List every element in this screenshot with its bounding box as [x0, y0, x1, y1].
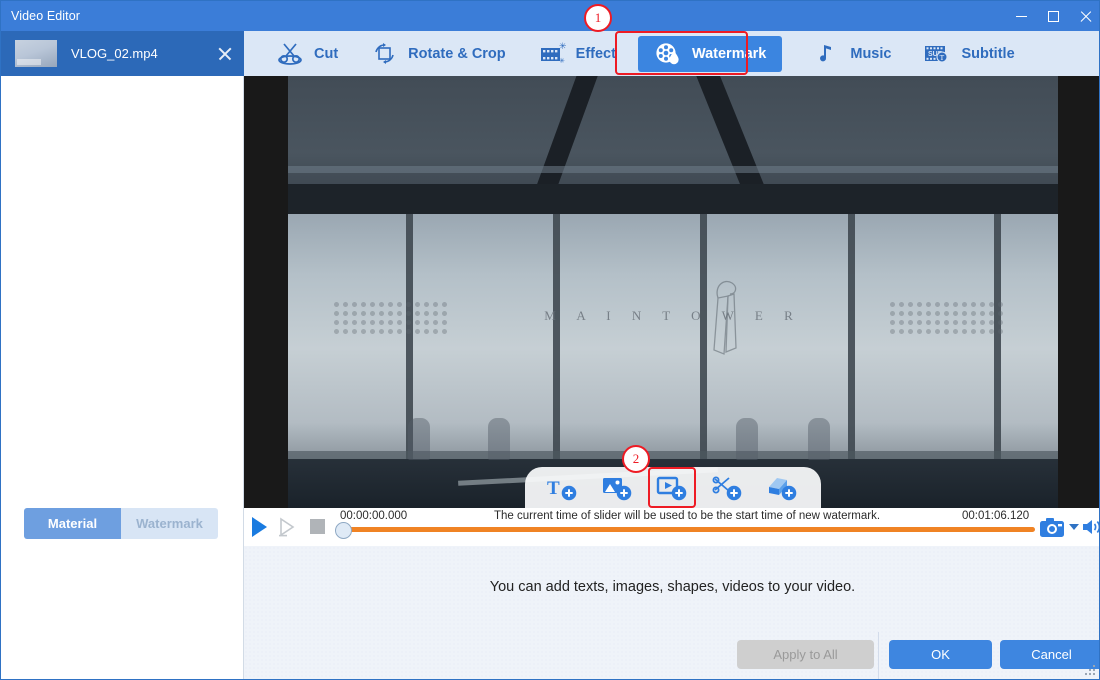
current-time-label: 00:00:00.000	[340, 510, 407, 522]
stop-button[interactable]	[310, 519, 325, 534]
effect-film-icon: ✳ ✳	[538, 41, 566, 67]
tab-subtitle[interactable]: SUB T Subtitle	[913, 36, 1024, 72]
svg-text:✳: ✳	[559, 57, 565, 65]
lower-hint-label: You can add texts, images, shapes, video…	[244, 579, 1100, 595]
video-mullion-5	[994, 214, 1001, 459]
close-button[interactable]	[1069, 1, 1100, 31]
tab-rotate-crop-label: Rotate & Crop	[408, 46, 505, 62]
left-panel: Material Watermark	[1, 76, 244, 680]
lower-panel: You can add texts, images, shapes, video…	[244, 546, 1100, 680]
video-figure-3	[736, 418, 758, 460]
maximize-button[interactable]	[1037, 1, 1069, 31]
snapshot-dropdown-caret-icon[interactable]	[1069, 524, 1079, 530]
svg-text:T: T	[547, 478, 560, 499]
video-tower-logo-icon	[700, 276, 752, 356]
subtitle-icon: SUB T	[923, 41, 951, 67]
ok-label: OK	[931, 647, 950, 662]
window-controls	[1005, 1, 1100, 31]
panel-tab-material-label: Material	[48, 516, 97, 531]
add-3d-object-button[interactable]	[766, 474, 800, 502]
timeline-slider-handle[interactable]	[335, 522, 352, 539]
add-shape-button[interactable]	[711, 474, 745, 502]
timeline-track[interactable]	[341, 527, 1035, 532]
tab-rotate-crop[interactable]: Rotate & Crop	[360, 36, 515, 72]
watermark-reel-drop-icon	[654, 41, 682, 67]
step-forward-button[interactable]	[278, 517, 300, 537]
title-bar: Video Editor	[1, 1, 1100, 31]
file-thumbnail	[15, 40, 57, 67]
volume-icon[interactable]	[1082, 518, 1100, 536]
file-tab[interactable]: VLOG_02.mp4	[1, 31, 244, 76]
video-stage: M A I N T O W E R	[244, 76, 1100, 508]
minimize-button[interactable]	[1005, 1, 1037, 31]
footer-divider	[878, 632, 879, 680]
add-image-button[interactable]	[601, 474, 635, 502]
panel-tab-material[interactable]: Material	[24, 508, 121, 539]
rotate-crop-icon	[370, 41, 398, 67]
total-time-label: 00:01:06.120	[962, 510, 1029, 522]
annotation-badge-1-label: 1	[595, 10, 602, 26]
tab-subtitle-label: Subtitle	[961, 46, 1014, 62]
video-mullion-4	[848, 214, 855, 459]
add-video-button[interactable]	[656, 474, 690, 502]
video-sign-text: M A I N T O W E R	[288, 308, 1058, 324]
tab-music-label: Music	[850, 46, 891, 62]
music-note-icon	[812, 41, 840, 67]
add-text-button[interactable]: T	[546, 474, 580, 502]
panel-tab-watermark[interactable]: Watermark	[121, 508, 218, 539]
svg-text:✳: ✳	[559, 41, 566, 51]
video-beam-horizontal	[288, 184, 1058, 214]
footer-button-bar: Apply to All OK Cancel	[244, 628, 1100, 680]
window-title: Video Editor	[11, 9, 80, 23]
panel-tab-watermark-label: Watermark	[136, 516, 203, 531]
transport-bar: 00:00:00.000 The current time of slider …	[244, 508, 1100, 547]
video-mullion-2	[553, 214, 560, 459]
tab-effect-label: Effect	[576, 46, 616, 62]
annotation-badge-1: 1	[584, 4, 612, 32]
tab-music[interactable]: Music	[802, 36, 901, 72]
file-name-label: VLOG_02.mp4	[71, 46, 158, 61]
close-icon	[1079, 10, 1092, 23]
main-toolbar: Cut Rotate & Crop	[244, 31, 1100, 76]
annotation-badge-2-label: 2	[633, 451, 640, 467]
svg-text:T: T	[940, 53, 945, 62]
add-media-toolbar: T	[525, 467, 821, 508]
minimize-icon	[1016, 16, 1027, 17]
video-preview[interactable]: M A I N T O W E R	[288, 76, 1058, 508]
scissors-icon	[276, 41, 304, 67]
resize-grip[interactable]	[1085, 665, 1097, 677]
panel-tab-group: Material Watermark	[24, 508, 218, 539]
tab-watermark[interactable]: Watermark	[638, 36, 782, 72]
tab-effect[interactable]: ✳ ✳ Effect	[528, 36, 626, 72]
tab-watermark-label: Watermark	[692, 46, 766, 62]
maximize-icon	[1048, 11, 1059, 22]
file-close-icon[interactable]	[216, 45, 234, 63]
video-figure-1	[408, 418, 430, 460]
transport-hint-label: The current time of slider will be used …	[494, 510, 880, 522]
cancel-label: Cancel	[1031, 647, 1071, 662]
tab-cut-label: Cut	[314, 46, 338, 62]
video-editor-window: Video Editor VLOG_02.mp4	[0, 0, 1100, 680]
tab-cut[interactable]: Cut	[266, 36, 348, 72]
ok-button[interactable]: OK	[889, 640, 992, 669]
apply-to-all-label: Apply to All	[773, 647, 837, 662]
snapshot-icon[interactable]	[1039, 517, 1065, 538]
play-button[interactable]	[252, 517, 267, 537]
video-beam-highlight	[288, 166, 1058, 173]
apply-to-all-button[interactable]: Apply to All	[737, 640, 874, 669]
video-figure-2	[488, 418, 510, 460]
annotation-badge-2: 2	[622, 445, 650, 473]
video-glass-wall	[288, 214, 1058, 459]
video-figure-4	[808, 418, 830, 460]
